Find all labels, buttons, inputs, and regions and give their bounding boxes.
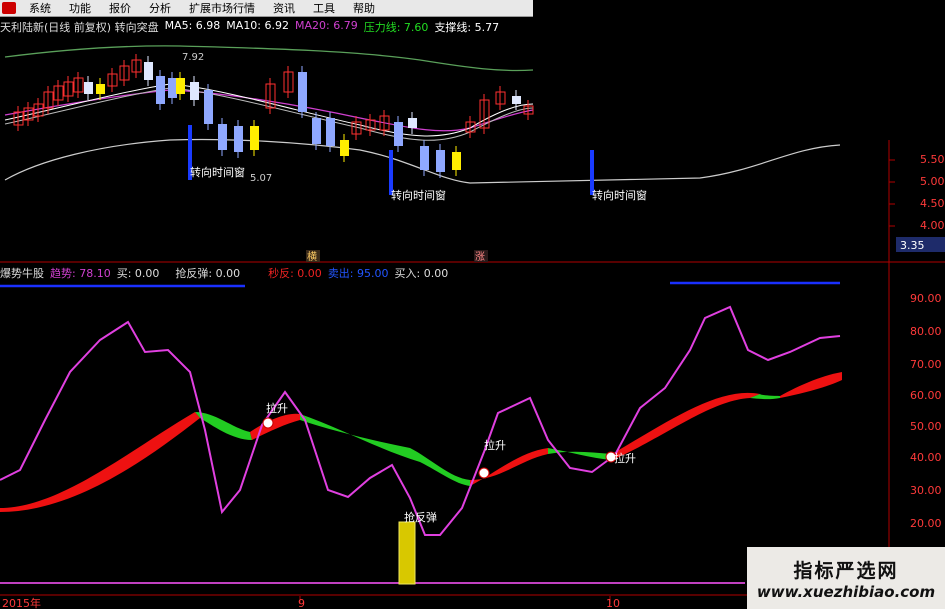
ind-tick-50: 50.00	[910, 420, 942, 433]
ribbon-green-3	[548, 448, 612, 460]
ind-tick-20: 20.00	[910, 517, 942, 530]
pressure-line	[4, 45, 534, 72]
candle-body	[340, 140, 349, 156]
candle-body	[436, 150, 445, 172]
candle-body	[144, 62, 153, 80]
xaxis-label-10: 10	[606, 597, 620, 609]
ribbon-red-1	[0, 412, 200, 512]
xaxis-label-9: 9	[298, 597, 305, 609]
candle-body	[156, 76, 165, 104]
price-tick-550: 5.50	[920, 153, 945, 166]
candle-body	[96, 84, 105, 94]
indicator-yaxis: 90.00 80.00 70.00 60.00 50.00 40.00 30.0…	[910, 292, 942, 530]
candle-body	[176, 78, 185, 94]
signal-label-3: 拉升	[614, 451, 636, 465]
chart-canvas: 转向时间窗 转向时间窗 转向时间窗 7.92 5.07 5.50 5.00 4.…	[0, 45, 945, 609]
watermark-url: www.xuezhibiao.com	[756, 582, 936, 601]
turn-window-label-2: 转向时间窗	[391, 188, 446, 202]
current-price-label: 3.35	[900, 239, 925, 252]
signal-label-2: 拉升	[484, 438, 506, 452]
xaxis-label-2015: 2015年	[2, 596, 41, 609]
candle-body	[250, 126, 259, 150]
ribbon-red-3	[470, 448, 548, 486]
turn-window-label-1: 转向时间窗	[190, 165, 245, 179]
high-price-label: 7.92	[182, 52, 204, 63]
candle-body	[204, 90, 213, 124]
candle-body	[218, 124, 227, 150]
trend-line	[0, 305, 841, 536]
ind-tick-40: 40.00	[910, 451, 942, 464]
ind-tick-70: 70.00	[910, 358, 942, 371]
price-tick-400: 4.00	[920, 219, 945, 232]
candle-body	[190, 82, 199, 100]
price-tick-500: 5.00	[920, 175, 945, 188]
signal-marker-1	[262, 417, 274, 429]
candle-body	[408, 118, 417, 128]
price-yaxis: 5.50 5.00 4.50 4.00	[889, 153, 945, 232]
ind-tick-80: 80.00	[910, 325, 942, 338]
watermark: 指标严选网 www.xuezhibiao.com	[747, 547, 945, 609]
ribbon-red-4	[612, 392, 760, 460]
candle-body	[512, 96, 521, 104]
low-price-label: 5.07	[250, 173, 272, 184]
ind-tick-30: 30.00	[910, 484, 942, 497]
ribbon-red-5	[780, 372, 842, 398]
candle-body	[312, 118, 321, 144]
rebound-bar	[398, 521, 416, 585]
candle-body	[420, 146, 429, 170]
candle-body	[84, 82, 93, 94]
signal-marker-2	[478, 467, 490, 479]
ma20-line	[4, 89, 534, 132]
tag-flat: 横	[307, 250, 317, 263]
price-tick-450: 4.50	[920, 197, 945, 210]
candle-body	[234, 126, 243, 152]
signal-label-1: 拉升	[266, 401, 288, 415]
candle-body	[298, 72, 307, 112]
candle-body	[394, 122, 403, 146]
watermark-title: 指标严选网	[793, 559, 899, 582]
candle-body	[326, 118, 335, 146]
candle-body	[452, 152, 461, 170]
ind-tick-90: 90.00	[910, 292, 942, 305]
tag-up: 涨	[475, 251, 485, 263]
candle-body	[168, 78, 177, 98]
rebound-label: 抢反弹	[404, 510, 437, 524]
ind-tick-60: 60.00	[910, 389, 942, 402]
candlesticks	[13, 54, 534, 178]
ribbon-green-2	[300, 414, 470, 486]
ma10-line	[4, 87, 534, 141]
trend-ribbon	[0, 372, 842, 512]
turn-window-label-3: 转向时间窗	[592, 188, 647, 202]
signal-markers: 拉升 拉升 拉升	[262, 401, 636, 479]
